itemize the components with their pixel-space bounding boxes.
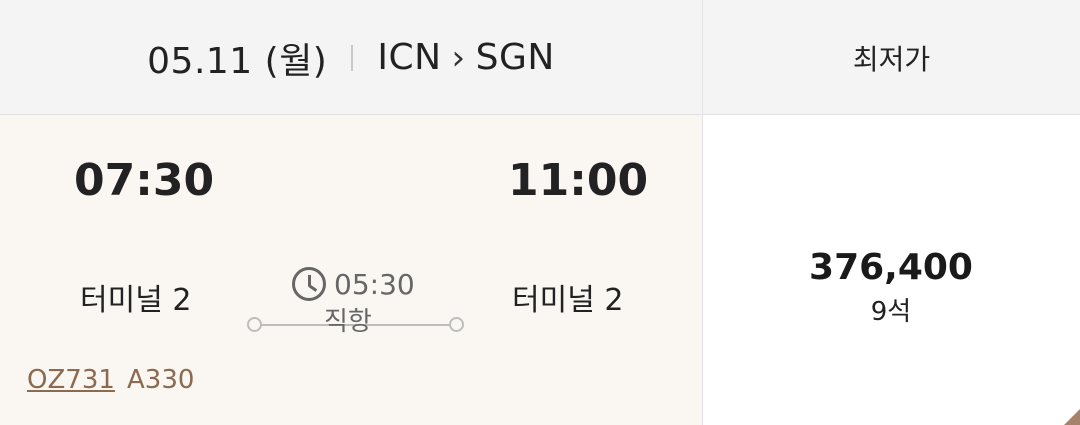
fare-price: 376,400 <box>809 247 973 288</box>
origin-airport: ICN <box>377 37 442 78</box>
duration-text: 05:30 <box>334 267 415 301</box>
chevron-right-icon: › <box>451 37 466 78</box>
destination-dot <box>449 317 464 332</box>
results-header: 05.11 (월) ICN › SGN 최저가 <box>0 0 1080 115</box>
clock-icon <box>292 267 326 301</box>
flight-duration: 05:30 <box>292 267 415 301</box>
divider <box>351 44 354 71</box>
departure-terminal: 터미널 2 <box>80 283 192 318</box>
route-summary: 05.11 (월) ICN › SGN <box>0 0 702 115</box>
flight-number-link[interactable]: OZ731 <box>27 365 115 395</box>
destination-airport: SGN <box>475 37 555 78</box>
stop-type: 직항 <box>324 307 372 337</box>
aircraft-type: A330 <box>127 365 195 395</box>
flight-card[interactable]: 07:30 11:00 터미널 2 터미널 2 05:30 직항 OZ731 A… <box>0 115 702 425</box>
arrival-terminal: 터미널 2 <box>512 283 624 318</box>
departure-time: 07:30 <box>74 155 215 206</box>
fare-cell[interactable]: 376,400 9석 <box>702 115 1080 425</box>
corner-indicator <box>1064 409 1080 425</box>
origin-dot <box>247 317 262 332</box>
lowest-fare-column-header[interactable]: 최저가 <box>702 0 1080 115</box>
arrival-time: 11:00 <box>508 155 649 206</box>
flight-date: 05.11 (월) <box>147 40 328 82</box>
available-seats: 9석 <box>870 297 912 327</box>
